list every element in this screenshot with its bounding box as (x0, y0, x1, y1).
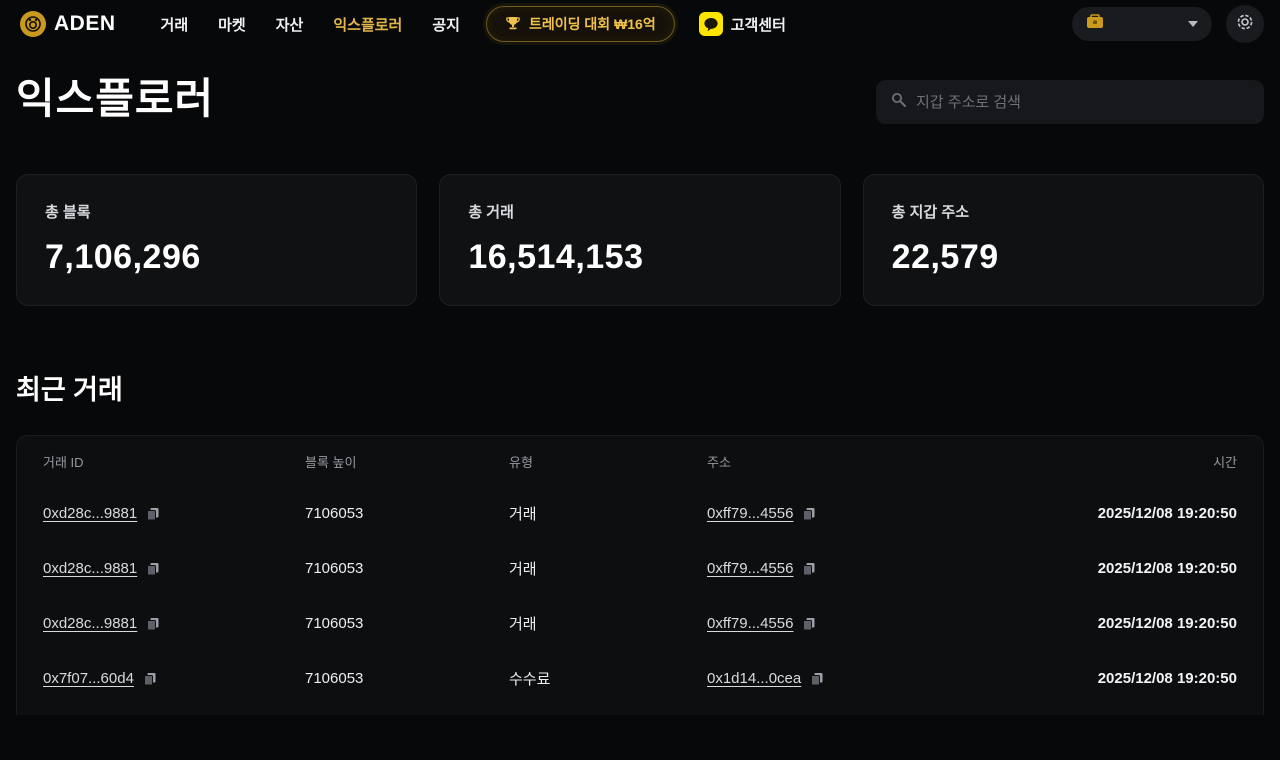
table-body: 0xd28c...9881 7106053 거래 0xff79...4556 2… (17, 486, 1263, 715)
tx-id-link[interactable]: 0xd28c...9881 (43, 505, 137, 522)
stat-card-total-wallets: 총 지갑 주소 22,579 (863, 174, 1264, 306)
stat-label: 총 지갑 주소 (892, 201, 1235, 222)
nav-item-notice[interactable]: 공지 (432, 14, 460, 35)
copy-icon[interactable] (810, 672, 824, 686)
column-header-block-height: 블록 높이 (305, 452, 509, 471)
time-cell: 2025/12/08 19:20:50 (1037, 505, 1237, 522)
nav-menu: 거래 마켓 자산 익스플로러 공지 (161, 14, 460, 35)
top-navbar: ADEN 거래 마켓 자산 익스플로러 공지 트레이딩 대회 ₩16억 고객센터 (0, 0, 1280, 48)
explorer-page: 익스플로러 총 블록 7,106,296 총 거래 16,514,153 총 지… (0, 48, 1280, 715)
trading-contest-label: 트레이딩 대회 ₩16억 (529, 14, 656, 34)
table-row: 0x7f07...60d4 7106053 수수료 0xff79...4556 … (17, 706, 1263, 715)
address-link[interactable]: 0xff79...4556 (707, 615, 793, 632)
nav-item-market[interactable]: 마켓 (218, 14, 246, 35)
block-height-cell: 7106053 (305, 670, 509, 687)
block-height-cell: 7106053 (305, 615, 509, 632)
trophy-icon (505, 15, 521, 34)
table-row: 0xd28c...9881 7106053 거래 0xff79...4556 2… (17, 541, 1263, 596)
time-cell: 2025/12/08 19:20:50 (1037, 615, 1237, 632)
type-cell: 거래 (509, 503, 707, 524)
table-row: 0xd28c...9881 7106053 거래 0xff79...4556 2… (17, 596, 1263, 651)
customer-support-link[interactable]: 고객센터 (699, 12, 786, 36)
wallet-selector-dropdown[interactable] (1072, 7, 1212, 41)
block-height-cell: 7106053 (305, 560, 509, 577)
table-row: 0xd28c...9881 7106053 거래 0xff79...4556 2… (17, 486, 1263, 541)
stat-label: 총 블록 (45, 201, 388, 222)
stat-value: 16,514,153 (468, 238, 811, 277)
gear-icon (1236, 13, 1254, 36)
logo[interactable]: ADEN (20, 11, 116, 37)
copy-icon[interactable] (146, 562, 160, 576)
navbar-right (1072, 5, 1264, 43)
stat-card-total-blocks: 총 블록 7,106,296 (16, 174, 417, 306)
type-cell: 거래 (509, 558, 707, 579)
time-cell: 2025/12/08 19:20:50 (1037, 560, 1237, 577)
type-cell: 거래 (509, 613, 707, 634)
block-height-cell: 7106053 (305, 505, 509, 522)
time-cell: 2025/12/08 19:20:50 (1037, 670, 1237, 687)
recent-transactions-table: 거래 ID 블록 높이 유형 주소 시간 0xd28c...9881 71060… (16, 435, 1264, 715)
wallet-icon (1086, 14, 1104, 35)
copy-icon[interactable] (146, 617, 160, 631)
tx-id-link[interactable]: 0xd28c...9881 (43, 560, 137, 577)
copy-icon[interactable] (146, 507, 160, 521)
logo-text: ADEN (54, 12, 116, 36)
address-link[interactable]: 0xff79...4556 (707, 505, 793, 522)
trading-contest-button[interactable]: 트레이딩 대회 ₩16억 (486, 6, 675, 42)
stats-row: 총 블록 7,106,296 총 거래 16,514,153 총 지갑 주소 2… (16, 174, 1264, 306)
customer-support-label: 고객센터 (731, 14, 786, 35)
copy-icon[interactable] (143, 672, 157, 686)
address-link[interactable]: 0xff79...4556 (707, 560, 793, 577)
copy-icon[interactable] (802, 617, 816, 631)
column-header-address: 주소 (707, 452, 1037, 471)
wallet-search-box[interactable] (876, 80, 1264, 124)
page-title: 익스플로러 (16, 76, 214, 122)
table-row: 0x7f07...60d4 7106053 수수료 0x1d14...0cea … (17, 651, 1263, 706)
kakaotalk-icon (699, 12, 723, 36)
copy-icon[interactable] (802, 562, 816, 576)
column-header-tx-id: 거래 ID (43, 452, 305, 471)
nav-item-explorer[interactable]: 익스플로러 (333, 14, 402, 35)
address-link[interactable]: 0x1d14...0cea (707, 670, 801, 687)
column-header-time: 시간 (1037, 452, 1237, 471)
recent-transactions-title: 최근 거래 (16, 368, 1264, 407)
nav-item-assets[interactable]: 자산 (276, 14, 304, 35)
stat-label: 총 거래 (468, 201, 811, 222)
stat-value: 7,106,296 (45, 238, 388, 277)
stat-card-total-transactions: 총 거래 16,514,153 (439, 174, 840, 306)
tx-id-link[interactable]: 0x7f07...60d4 (43, 670, 134, 687)
stat-value: 22,579 (892, 238, 1235, 277)
nav-item-trade[interactable]: 거래 (161, 14, 189, 35)
table-header-row: 거래 ID 블록 높이 유형 주소 시간 (17, 436, 1263, 486)
chevron-down-icon (1188, 21, 1198, 27)
copy-icon[interactable] (802, 507, 816, 521)
tx-id-link[interactable]: 0xd28c...9881 (43, 615, 137, 632)
settings-button[interactable] (1226, 5, 1264, 43)
logo-icon (20, 11, 46, 37)
search-icon (890, 91, 907, 113)
wallet-search-input[interactable] (916, 94, 1250, 111)
column-header-type: 유형 (509, 452, 707, 471)
type-cell: 수수료 (509, 668, 707, 689)
